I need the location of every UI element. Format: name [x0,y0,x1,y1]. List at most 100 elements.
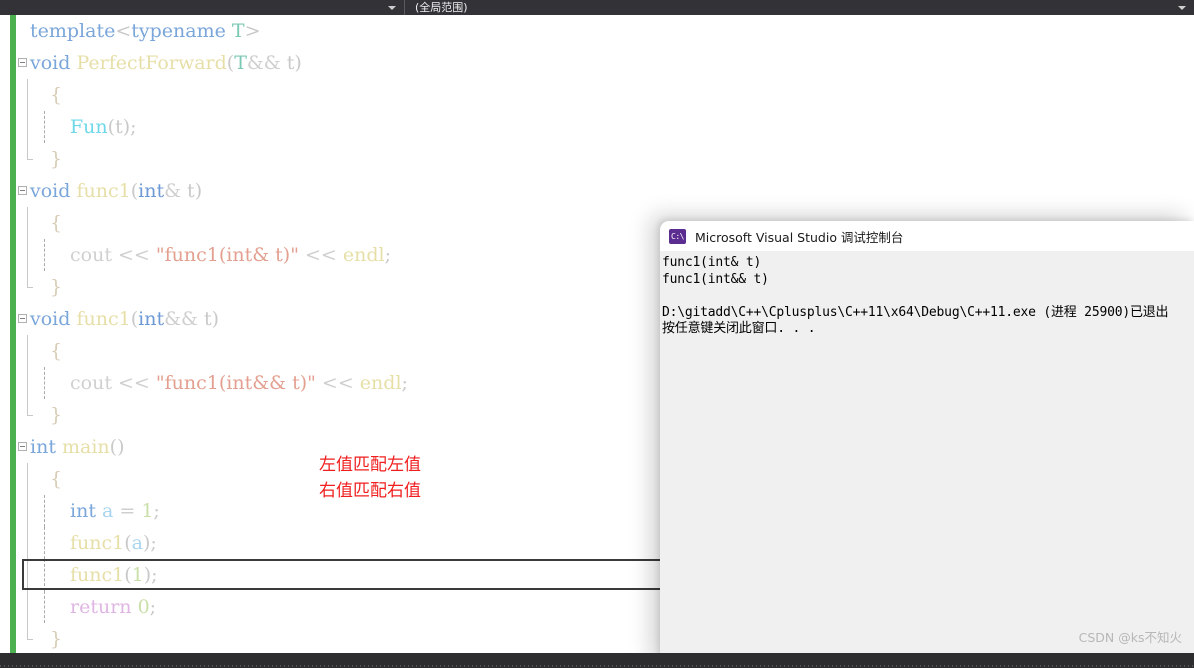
code-token: ; [384,244,392,266]
fold-collapse-icon[interactable] [18,442,27,451]
code-token: } [50,404,63,426]
code-line-text: int a = 1; [30,500,160,522]
code-token: ) [294,52,302,74]
code-token: void [30,308,71,330]
code-token: t [187,180,195,202]
code-line[interactable]: } [0,143,1194,175]
code-line-text: Fun(t); [30,116,137,138]
code-token: "func1(int&& t)" [155,372,316,394]
structure-guide [27,623,33,640]
navbar-member-dropdown[interactable] [0,0,404,15]
code-token: template [30,20,116,42]
structure-guide [27,207,28,239]
code-token: ); [143,532,157,554]
console-output-area[interactable]: func1(int& t) func1(int&& t) D:\gitadd\C++… [660,251,1194,668]
code-token: func1 [70,532,125,554]
code-token: << [298,244,343,266]
code-token: PerfectForward [76,52,227,74]
code-token: { [50,84,63,106]
indent-guide [44,559,45,591]
structure-guide [27,399,33,416]
indent-guide [44,111,45,143]
fold-collapse-icon[interactable] [18,314,27,323]
structure-guide [27,271,33,288]
code-token: typename [131,20,226,42]
code-token: a [102,500,114,522]
annotation-rvalue: 右值匹配右值 [319,481,421,501]
code-token: ( [124,564,132,586]
code-line-text: void func1(int&& t) [30,308,219,330]
code-token: << [111,244,156,266]
code-line-text: } [30,404,62,426]
code-token: ; [149,596,157,618]
navbar-scope-label: (全局范围) [415,1,468,14]
navbar-scope-dropdown[interactable]: (全局范围) [404,0,1194,15]
code-token: && [164,308,204,330]
console-output-line: 按任意键关闭此窗口. . . [662,321,816,336]
code-token: { [50,212,63,234]
code-line[interactable]: void PerfectForward(T&& t) [0,47,1194,79]
code-token: ) [194,180,203,202]
code-line-text: return 0; [30,596,156,618]
code-token: } [50,628,63,650]
code-token: a [131,532,143,554]
structure-guide [27,335,28,367]
console-title-bar[interactable]: Microsoft Visual Studio 调试控制台 [660,221,1194,251]
code-token: } [50,148,63,170]
code-token: 1 [131,564,144,586]
console-output-line: D:\gitadd\C++\Cplusplus\C++11\x64\Debug\… [662,304,1169,320]
code-token: int [138,180,165,202]
indent-guide [44,495,45,527]
code-token: < [115,20,132,42]
code-token: t [203,308,212,330]
code-token: T [234,52,247,74]
vs-navigation-bar: (全局范围) [0,0,1194,15]
code-token: 0 [137,596,150,618]
code-line-text: { [30,84,62,106]
code-line[interactable]: Fun(t); [0,111,1194,143]
fold-collapse-icon[interactable] [18,58,27,67]
code-token: ) [211,308,220,330]
code-token: Fun [70,116,108,138]
code-line-text: { [30,340,62,362]
code-token: ( [124,532,132,554]
indent-guide [44,591,45,623]
structure-guide [27,79,28,111]
code-token: func1 [76,180,131,202]
editor-bottom-strip [0,653,1194,668]
annotation-lvalue: 左值匹配左值 [319,455,421,475]
code-token: cout [70,244,112,266]
code-line[interactable]: template<typename T> [0,15,1194,47]
structure-guide [27,495,28,527]
code-token: > [244,20,261,42]
indent-guide [44,527,45,559]
code-token: { [50,468,63,490]
code-line-text: } [30,276,62,298]
code-line-text: cout << "func1(int&& t)" << endl; [30,372,408,394]
code-token: << [111,372,156,394]
code-token: { [50,340,63,362]
structure-guide [27,367,28,399]
code-line[interactable]: void func1(int& t) [0,175,1194,207]
console-window-icon [669,228,686,244]
debug-console-window[interactable]: Microsoft Visual Studio 调试控制台 func1(int&… [660,221,1194,668]
code-line[interactable]: { [0,79,1194,111]
code-token: func1 [76,308,131,330]
structure-guide [27,111,28,143]
structure-guide [27,559,28,591]
code-line-text: func1(1); [30,564,158,586]
code-line-text: { [30,212,62,234]
code-token: ); [122,116,137,138]
structure-guide [27,239,28,271]
code-token: int [30,436,56,458]
code-token: func1 [70,564,125,586]
code-line-text: cout << "func1(int& t)" << endl; [30,244,391,266]
fold-collapse-icon[interactable] [18,186,27,195]
code-token: int [70,500,96,522]
csdn-watermark: CSDN @ks不知火 [1078,630,1182,645]
code-token: ; [401,372,408,394]
code-token: ( [107,116,116,138]
code-token: cout [70,372,112,394]
code-line-text: func1(a); [30,532,157,554]
